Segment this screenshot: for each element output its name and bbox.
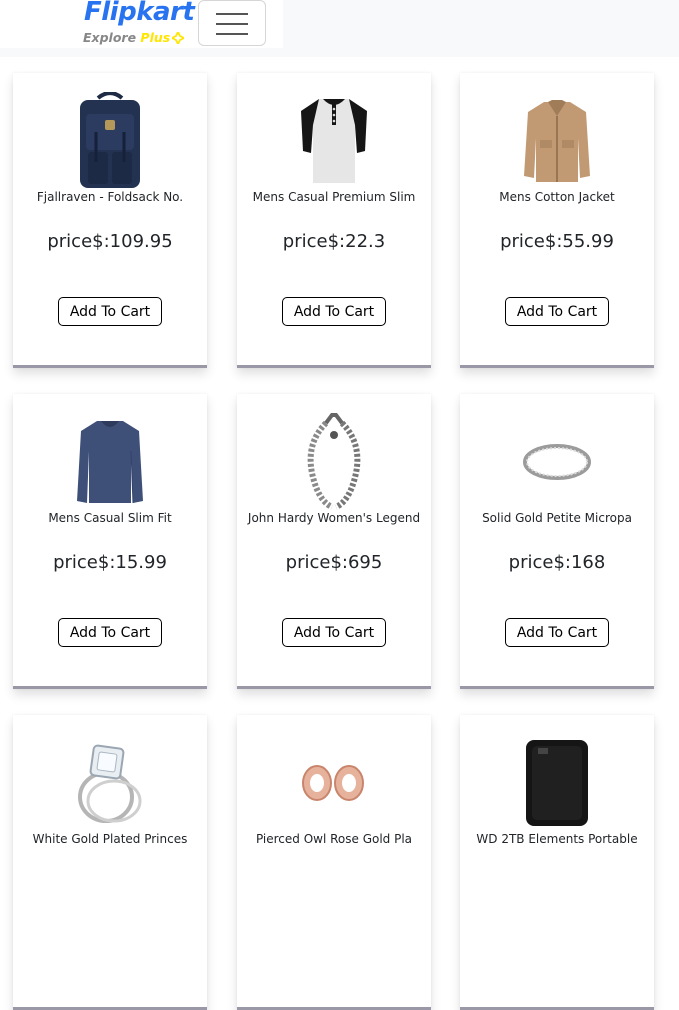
product-card: White Gold Plated Princes: [13, 715, 207, 1010]
menu-toggle-button[interactable]: [198, 0, 266, 46]
product-price: price$:22.3: [282, 231, 386, 252]
add-to-cart-button[interactable]: Add To Cart: [58, 618, 162, 647]
plus-icon: [172, 32, 185, 44]
jacket-image[interactable]: [460, 91, 654, 191]
add-to-cart-button[interactable]: Add To Cart: [505, 297, 609, 326]
product-card: Fjallraven - Foldsack No. price$:109.95 …: [13, 73, 207, 368]
logo-tagline-prefix: Explore: [83, 30, 141, 45]
diamond-ring-image[interactable]: [13, 733, 207, 833]
product-price: price$:15.99: [53, 552, 167, 573]
product-title[interactable]: Mens Casual Premium Slim: [237, 190, 431, 204]
tshirt-image[interactable]: [237, 91, 431, 191]
product-price: price$:109.95: [47, 231, 173, 252]
product-title[interactable]: Fjallraven - Foldsack No.: [13, 190, 207, 204]
product-price: price$:168: [508, 552, 606, 573]
ring-image[interactable]: [460, 412, 654, 512]
product-card: John Hardy Women's Legend price$:695 Add…: [237, 394, 431, 689]
product-card: WD 2TB Elements Portable: [460, 715, 654, 1010]
hard-drive-image[interactable]: [460, 733, 654, 833]
product-price: price$:55.99: [500, 231, 614, 252]
product-title[interactable]: Solid Gold Petite Micropa: [460, 511, 654, 525]
bracelet-image[interactable]: [237, 412, 431, 512]
product-card: Mens Casual Slim Fit price$:15.99 Add To…: [13, 394, 207, 689]
product-price: price$:695: [285, 552, 383, 573]
product-card: Pierced Owl Rose Gold Pla: [237, 715, 431, 1010]
navbar: Flipkart Explore Plus: [0, 0, 679, 57]
product-title[interactable]: Mens Cotton Jacket: [460, 190, 654, 204]
backpack-image[interactable]: [13, 91, 207, 191]
flipkart-logo[interactable]: Flipkart: [84, 0, 195, 27]
long-sleeve-shirt-image[interactable]: [13, 412, 207, 512]
product-title[interactable]: John Hardy Women's Legend: [237, 511, 431, 525]
logo-tagline-plus: Plus: [140, 30, 171, 45]
product-title[interactable]: Mens Casual Slim Fit: [13, 511, 207, 525]
product-card: Mens Casual Premium Slim price$:22.3 Add…: [237, 73, 431, 368]
product-card: Solid Gold Petite Micropa price$:168 Add…: [460, 394, 654, 689]
product-card: Mens Cotton Jacket price$:55.99 Add To C…: [460, 73, 654, 368]
add-to-cart-button[interactable]: Add To Cart: [505, 618, 609, 647]
add-to-cart-button[interactable]: Add To Cart: [282, 297, 386, 326]
logo-tagline: Explore Plus: [83, 30, 185, 45]
rose-gold-earrings-image[interactable]: [237, 733, 431, 833]
add-to-cart-button[interactable]: Add To Cart: [58, 297, 162, 326]
add-to-cart-button[interactable]: Add To Cart: [282, 618, 386, 647]
